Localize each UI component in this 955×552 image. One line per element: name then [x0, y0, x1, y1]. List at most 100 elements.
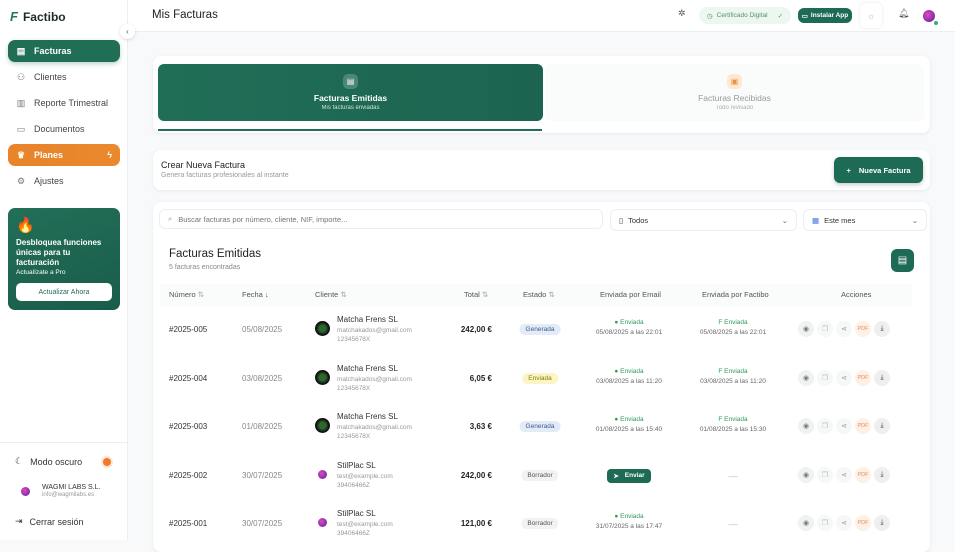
invoice-number: #2025-001 [169, 519, 208, 528]
pdf-button[interactable]: PDF [855, 515, 871, 531]
status-badge: Generada [519, 324, 561, 335]
sidebar: F Factibo ▤ Facturas ⚇ Clientes ▥ Reporte Tr… [0, 0, 128, 540]
search-bar[interactable]: ⌕ [159, 209, 603, 229]
sort-icon: ⇅ [548, 290, 555, 299]
pdf-button[interactable]: PDF [855, 466, 871, 483]
share-button[interactable]: ⋖ [836, 369, 852, 386]
view-button[interactable]: ◉ [798, 466, 814, 483]
tab-facturas-recibidas[interactable]: ▣ Facturas Recibidas Todo revisado [545, 64, 924, 121]
table-row[interactable]: #2025-002 30/07/2025 StilPlac SL test@examp… [160, 452, 912, 500]
view-button[interactable]: ◉ [798, 321, 814, 337]
col-factibo: Enviada por Factibo [702, 290, 769, 299]
dark-mode-toggle[interactable]: ☾ Modo oscuro [15, 456, 82, 467]
view-button[interactable]: ◉ [798, 515, 814, 531]
table-row[interactable]: #2025-005 05/08/2025 Matcha Frens SL matcha… [160, 306, 912, 354]
share-button[interactable]: ⋖ [836, 466, 852, 483]
collapse-sidebar-button[interactable]: ‹ [120, 24, 135, 39]
col-acciones: Acciones [841, 290, 872, 299]
send-label: Enviar [624, 472, 645, 479]
table-row[interactable]: #2025-004 03/08/2025 Matcha Frens SL matcha… [160, 355, 912, 403]
email-date: 03/08/2025 a las 11:20 [596, 377, 662, 385]
tab-facturas-emitidas[interactable]: ▤ Facturas Emitidas Mis facturas enviadas [158, 64, 543, 121]
search-icon: ⌕ [168, 214, 173, 223]
dark-mode-switch[interactable] [103, 458, 111, 466]
company-profile[interactable]: WAGMI LABS S.L. info@wagmilabs.es [21, 484, 100, 498]
client-nif: 39406466Z [337, 530, 370, 537]
certificate-badge[interactable]: ◷ Certificado Digital ✓ [699, 7, 791, 24]
client-email: matchakados@gmail.com [337, 375, 412, 383]
gear-icon: ⚙ [16, 175, 26, 186]
sidebar-item-facturas[interactable]: ▤ Facturas [8, 40, 120, 62]
bell-icon[interactable]: 🔔︎ [898, 8, 909, 19]
export-button[interactable]: ▤ [891, 249, 914, 272]
pdf-button[interactable]: PDF [855, 369, 871, 386]
share-button[interactable]: ⋖ [836, 515, 852, 531]
email-status: ● Enviada 05/08/2025 a las 22:01 [596, 319, 662, 336]
duplicate-button[interactable]: ❐ [817, 321, 833, 337]
user-avatar[interactable] [923, 10, 935, 22]
create-subtitle: Genera facturas profesionales al instant… [161, 172, 289, 179]
certificate-label: Certificado Digital [716, 12, 768, 19]
new-invoice-button[interactable]: + Nueva Factura [834, 157, 923, 183]
client-email: matchakados@gmail.com [337, 327, 412, 334]
factibo-date: 05/08/2025 a las 22:01 [699, 329, 767, 336]
send-email-button[interactable]: ➤ Enviar [607, 468, 651, 483]
download-button[interactable]: ⤓ [874, 369, 890, 386]
download-button[interactable]: ⤓ [874, 515, 890, 531]
col-fecha[interactable]: Fecha ↓ [242, 290, 269, 299]
promo-title: Desbloquea funciones únicas para tu fact… [16, 238, 102, 267]
email-date: 31/07/2025 a las 17:47 [595, 523, 663, 530]
duplicate-button[interactable]: ❐ [817, 515, 833, 531]
sidebar-item-ajustes[interactable]: ⚙ Ajustes [8, 170, 120, 192]
sidebar-item-reporte[interactable]: ▥ Reporte Trimestral [8, 92, 120, 114]
tab-title: Facturas Recibidas [698, 93, 771, 103]
share-icon: ⋖ [841, 471, 847, 479]
duplicate-button[interactable]: ❐ [817, 466, 833, 483]
sidebar-item-clientes[interactable]: ⚇ Clientes [8, 66, 120, 88]
status-badge: Generada [519, 421, 561, 432]
table-row[interactable]: #2025-003 01/08/2025 Matcha Frens SL matcha… [160, 403, 912, 451]
period-filter[interactable]: ▦ Este mes ⌄ [803, 209, 927, 231]
pdf-button[interactable]: PDF [855, 321, 871, 337]
col-label: Fecha [242, 290, 263, 299]
eye-icon: ◉ [802, 326, 810, 333]
col-cliente[interactable]: Cliente ⇅ [315, 290, 347, 299]
client-email: test@example.com [337, 472, 393, 480]
users-icon: ⚇ [16, 71, 26, 82]
sidebar-item-planes[interactable]: ♛ Planes ϟ [8, 144, 120, 166]
col-total[interactable]: Total ⇅ [464, 290, 488, 299]
col-estado[interactable]: Estado ⇅ [523, 290, 555, 299]
download-button[interactable]: ⤓ [874, 321, 890, 337]
col-label: Total [464, 290, 480, 299]
status-filter[interactable]: ▯ Todos ⌄ [610, 209, 797, 231]
plus-icon: + [846, 165, 851, 175]
duplicate-button[interactable]: ❐ [817, 369, 833, 386]
table-row[interactable]: #2025-001 30/07/2025 StilPlac SL test@examp… [160, 500, 912, 548]
view-button[interactable]: ◉ [798, 369, 814, 386]
share-button[interactable]: ⋖ [836, 321, 852, 337]
install-app-button[interactable]: ▭ Instalar App [798, 8, 852, 23]
sidebar-item-label: Ajustes [34, 176, 64, 186]
theme-toggle[interactable]: ☼ [860, 3, 882, 28]
sparkle-icon[interactable]: ✲ [678, 8, 686, 19]
pdf-button[interactable]: PDF [855, 418, 871, 434]
col-numero[interactable]: Número ⇅ [169, 290, 204, 299]
download-button[interactable]: ⤓ [874, 418, 890, 434]
online-indicator [934, 21, 938, 25]
view-button[interactable]: ◉ [798, 418, 814, 434]
email-date: 05/08/2025 a las 22:01 [595, 329, 663, 336]
upgrade-button[interactable]: Actualizar Ahora [16, 283, 112, 301]
duplicate-button[interactable]: ❐ [817, 418, 833, 434]
client-name: Matcha Frens SL [337, 412, 398, 421]
client-avatar [318, 469, 327, 479]
check-circle-icon: ◷ [706, 12, 713, 20]
logout-button[interactable]: ⇥ Cerrar sesión [15, 516, 84, 527]
col-label: Número [169, 290, 196, 299]
logo[interactable]: F Factibo [10, 9, 66, 24]
download-button[interactable]: ⤓ [874, 466, 890, 483]
pdf-icon: PDF [857, 326, 869, 332]
search-input[interactable] [178, 214, 579, 224]
sidebar-item-documentos[interactable]: ▭ Documentos [8, 118, 120, 140]
monitor-icon: ▭ [801, 12, 808, 20]
share-button[interactable]: ⋖ [836, 418, 852, 434]
